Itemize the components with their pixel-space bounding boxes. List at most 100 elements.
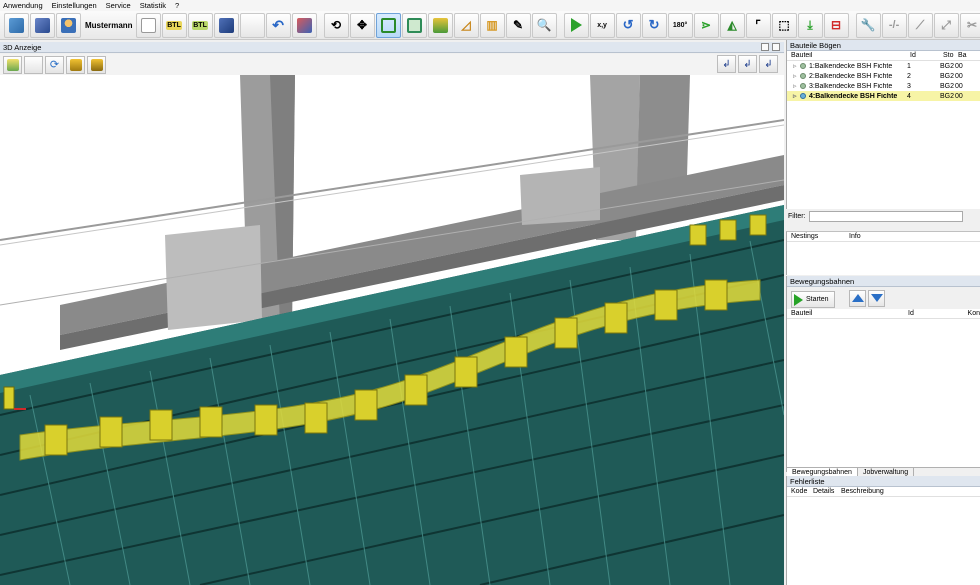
filter-input[interactable] [808,210,963,222]
measure-button[interactable]: -/- [881,12,907,38]
panel-3d-header: 3D Anzeige [0,42,784,53]
user-button[interactable] [56,12,81,38]
undo-button[interactable]: ↶ [265,12,291,38]
btl-export-button[interactable]: BTL [187,12,213,38]
minimize-icon[interactable] [761,43,769,51]
axis-yz-button[interactable]: ↲ [759,55,778,73]
view-blank-button[interactable] [24,55,43,74]
bauteil-row[interactable]: ▹ 3:Balkendecke BSH Fichte 3 BG2 00 [787,81,980,91]
move-down-button[interactable] [868,289,885,307]
axis-yz-icon: ↲ [764,58,773,70]
align-corner-icon: ⌜ [755,18,761,32]
align-frame-button[interactable]: ⬚ [771,12,797,38]
new-document-button[interactable] [135,12,161,38]
bewegungsbahnen-title: Bewegungsbahnen [787,276,980,287]
rotate-180-button[interactable]: 180° [667,12,693,38]
move-part-icon: ✥ [357,18,368,32]
btl-import-button[interactable]: BTL [161,12,187,38]
place-button[interactable]: ⤓ [797,12,823,38]
col-nestings[interactable]: Nestings [791,233,849,240]
delete-part-icon: ⊟ [831,18,842,32]
layers-button[interactable] [427,12,453,38]
export-button[interactable] [291,12,317,38]
menu-service[interactable]: Service [106,1,131,10]
bauteil-name: 3:Balkendecke BSH Fichte [809,82,893,90]
menu-help[interactable]: ? [175,1,179,10]
filter-row: Filter: [786,209,980,223]
expand-icon[interactable]: ▹ [793,82,800,90]
delete-part-button[interactable]: ⊟ [823,12,849,38]
rotate-left-button[interactable]: ↺ [615,12,641,38]
align-corner-button[interactable]: ⌜ [745,12,771,38]
paint-button[interactable]: ✎ [505,12,531,38]
angle-button[interactable]: ◿ [453,12,479,38]
bauteile-header: Bauteil Id Sto Ba [787,51,980,61]
3d-scene [0,75,784,585]
import-button[interactable] [4,12,29,38]
col-kode[interactable]: Kode [791,488,813,495]
fit-view-button[interactable] [401,12,427,38]
mirror-button[interactable]: ◭ [719,12,745,38]
bauteil-sto: BG2 [940,82,955,90]
play-button[interactable] [563,12,589,38]
3d-viewport[interactable] [0,75,784,585]
bauteil-row-selected[interactable]: ▹ 4:Balkendecke BSH Fichte 4 BG2 00 [787,91,980,101]
parts-view2-button[interactable] [87,55,106,74]
floppy-icon [35,17,50,33]
move-part-button[interactable]: ✥ [349,12,375,38]
col-details[interactable]: Details [813,488,841,495]
bauteil-row[interactable]: ▹ 1:Balkendecke BSH Fichte 1 BG2 00 [787,61,980,71]
nestings-header: Nestings Info [787,232,980,242]
col-bauteil[interactable]: Bauteil [791,310,908,317]
expand-icon[interactable]: ▹ [793,72,800,80]
move-up-button[interactable] [849,289,866,307]
menu-anwendung[interactable]: Anwendung [3,1,43,10]
col-id[interactable]: Id [910,52,943,59]
maximize-icon[interactable] [772,43,780,51]
parts-view-button[interactable] [66,55,85,74]
expand-icon[interactable]: ▹ [793,62,800,70]
paint-icon: ✎ [513,18,524,32]
col-id[interactable]: Id [908,310,968,317]
line-button[interactable]: ⟋ [907,12,933,38]
coordinates-button[interactable]: x,y [589,12,615,38]
starten-button[interactable]: Starten [791,291,835,308]
bauteil-id: 2 [907,72,911,80]
blank-button[interactable] [239,12,265,38]
measure-icon: -/- [888,19,900,31]
export-icon [296,17,312,33]
view-home-button[interactable] [3,55,22,74]
fence-button[interactable]: ▥ [479,12,505,38]
refresh-view-button[interactable]: ⟳ [45,55,64,74]
menu-einstellungen[interactable]: Einstellungen [52,1,97,10]
menu-statistik[interactable]: Statistik [140,1,166,10]
axis-xz-button[interactable]: ↲ [738,55,757,73]
expand-icon[interactable]: ▹ [793,92,800,100]
lines-button[interactable]: ⋗ [693,12,719,38]
play-icon [794,293,803,306]
zoom-button[interactable]: 🔍 [531,12,557,38]
bauteil-row[interactable]: ▹ 2:Balkendecke BSH Fichte 2 BG2 00 [787,71,980,81]
axis-xy-button[interactable]: ↲ [717,55,736,73]
wrench-button[interactable]: 🔧 [855,12,881,38]
col-sto[interactable]: Sto [943,52,958,59]
cut-button[interactable]: ✂ [959,12,980,38]
panel-3d-title: 3D Anzeige [3,42,42,52]
cut-icon: ✂ [967,18,978,32]
line-icon: ⟋ [915,17,925,32]
zoom-icon: 🔍 [536,18,552,32]
col-bauteil[interactable]: Bauteil [791,52,910,59]
rotate-right-button[interactable]: ↻ [641,12,667,38]
bewegungsbahnen-list[interactable] [787,319,980,467]
rotate-part-button[interactable]: ⟲ [323,12,349,38]
save-button[interactable] [213,12,239,38]
col-ba[interactable]: Ba [958,52,978,59]
save-project-button[interactable] [30,12,55,38]
diagonal-button[interactable]: ⤢ [933,12,959,38]
rotate-right-icon: ↻ [648,17,660,32]
col-info[interactable]: Info [849,233,861,240]
coordinates-label: x,y [597,21,607,29]
col-beschreibung[interactable]: Beschreibung [841,488,884,495]
select-area-button[interactable] [375,12,401,38]
col-kon[interactable]: Kon [968,310,980,317]
